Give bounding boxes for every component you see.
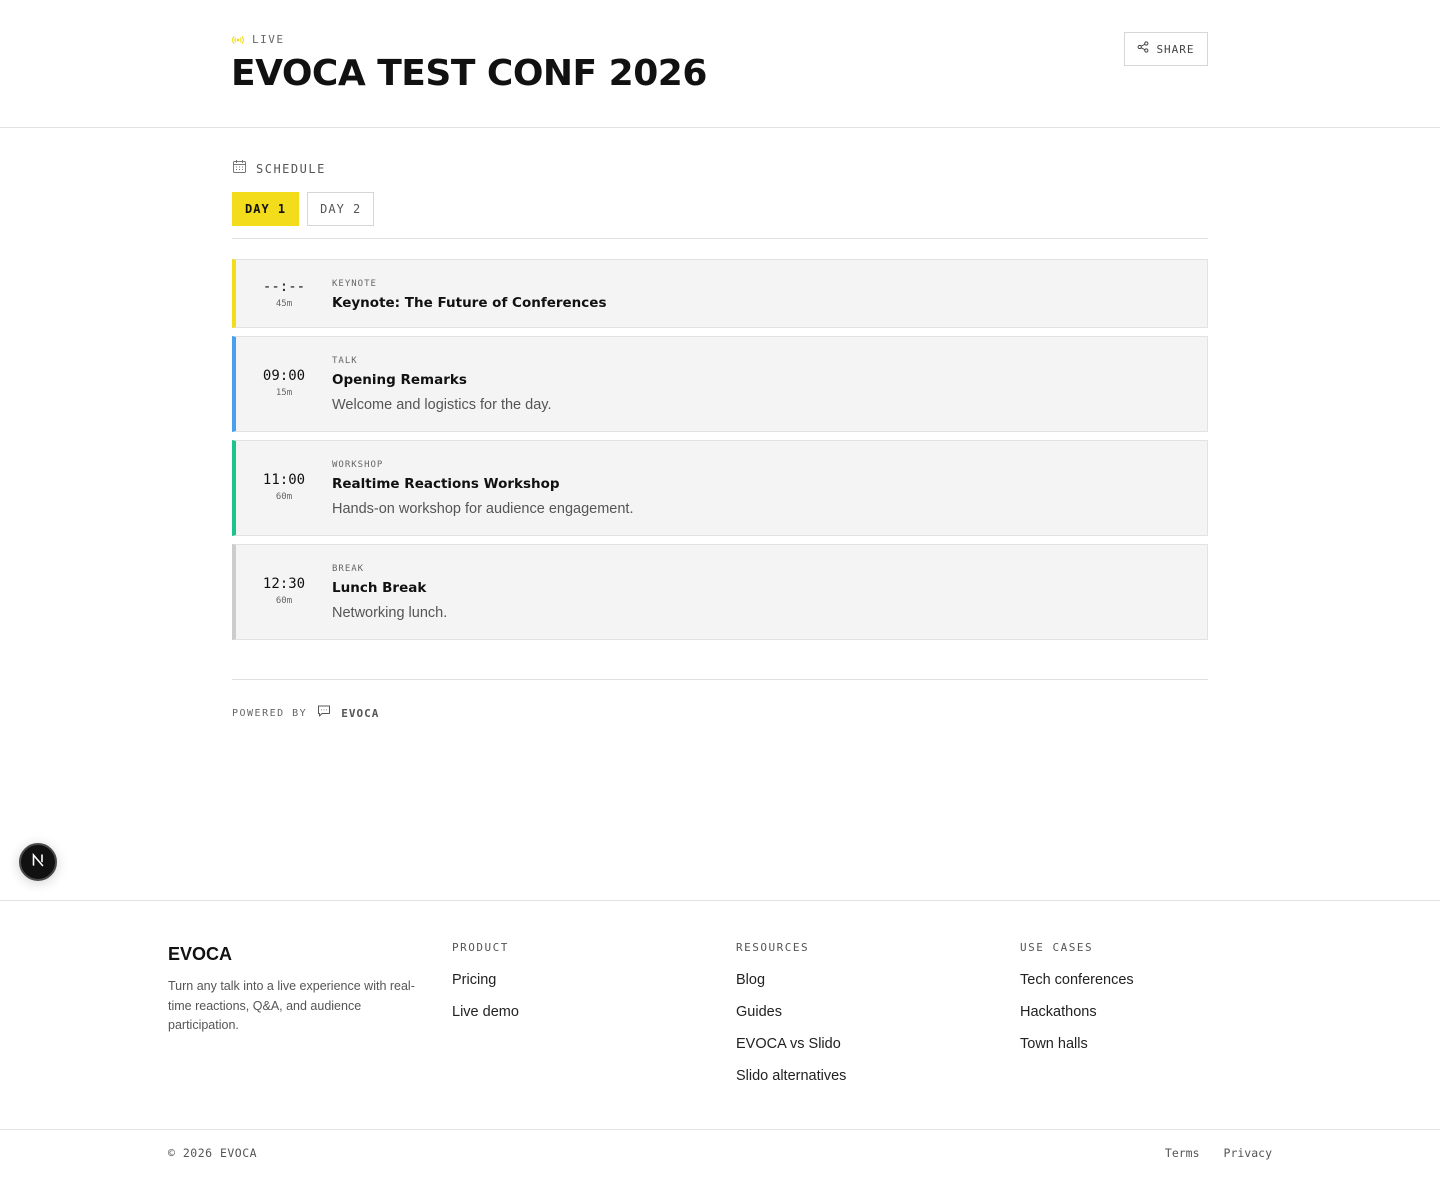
session-body: BREAK Lunch Break Networking lunch. [332, 563, 1187, 622]
footer-link-blog[interactable]: Blog [736, 971, 846, 989]
tab-day-2[interactable]: DAY 2 [307, 192, 375, 226]
copyright: © 2026 EVOCA [168, 1146, 258, 1160]
powered-by[interactable]: POWERED BY EVOCA [232, 704, 379, 723]
powered-by-brand: EVOCA [341, 707, 380, 720]
session-card-workshop[interactable]: 11:00 60m WORKSHOP Realtime Reactions Wo… [232, 440, 1208, 536]
session-type: KEYNOTE [332, 279, 377, 289]
share-label: SHARE [1156, 42, 1195, 56]
footer-heading: RESOURCES [736, 941, 810, 954]
footer-link-tech-conferences[interactable]: Tech conferences [1020, 971, 1134, 989]
session-body: KEYNOTE Keynote: The Future of Conferenc… [332, 278, 1187, 312]
footer-link-hackathons[interactable]: Hackathons [1020, 1003, 1134, 1021]
day-tabs: DAY 1 DAY 2 [232, 192, 375, 226]
footer-tagline: Turn any talk into a live experience wit… [168, 979, 415, 1032]
session-body: TALK Opening Remarks Welcome and logisti… [332, 355, 1187, 414]
legal-links: Terms Privacy [1165, 1146, 1272, 1160]
share-button[interactable]: SHARE [1124, 32, 1208, 66]
footer-link-pricing[interactable]: Pricing [452, 971, 519, 989]
session-duration: 60m [275, 596, 293, 606]
session-title: Opening Remarks [332, 372, 467, 388]
footer-link-guides[interactable]: Guides [736, 1003, 846, 1021]
session-time: 12:30 [262, 576, 306, 592]
session-duration: 15m [275, 388, 293, 398]
terms-link[interactable]: Terms [1165, 1146, 1200, 1160]
session-type: BREAK [332, 564, 365, 574]
session-body: WORKSHOP Realtime Reactions Workshop Han… [332, 459, 1187, 518]
session-time-block: 12:30 60m [236, 575, 332, 608]
live-indicator: LIVE [232, 33, 285, 46]
footer-link-live-demo[interactable]: Live demo [452, 1003, 519, 1021]
live-label: LIVE [252, 33, 285, 46]
session-type: TALK [332, 356, 358, 366]
share-icon [1137, 40, 1149, 58]
session-duration: 60m [275, 492, 293, 502]
divider [232, 238, 1208, 239]
session-title: Keynote: The Future of Conferences [332, 295, 607, 311]
event-header: LIVE EVOCA TEST CONF 2026 SHARE [0, 0, 1440, 128]
session-card-talk[interactable]: 09:00 15m TALK Opening Remarks Welcome a… [232, 336, 1208, 432]
session-description: Hands-on workshop for audience engagemen… [332, 501, 634, 517]
session-list: --:-- 45m KEYNOTE Keynote: The Future of… [232, 259, 1208, 648]
footer-col-use-cases: USE CASES Tech conferences Hackathons To… [1020, 941, 1134, 1067]
broadcast-icon [232, 34, 244, 46]
footer-link-town-halls[interactable]: Town halls [1020, 1035, 1134, 1053]
next-dev-badge[interactable] [19, 843, 57, 881]
footer-brand: EVOCA [168, 944, 233, 964]
powered-by-label: POWERED BY [232, 708, 308, 719]
session-card-break[interactable]: 12:30 60m BREAK Lunch Break Networking l… [232, 544, 1208, 640]
session-card-keynote[interactable]: --:-- 45m KEYNOTE Keynote: The Future of… [232, 259, 1208, 328]
session-time: 09:00 [262, 368, 306, 384]
privacy-link[interactable]: Privacy [1224, 1146, 1272, 1160]
session-time-block: --:-- 45m [236, 278, 332, 311]
schedule-heading: SCHEDULE [232, 159, 326, 179]
footer-col-product: PRODUCT Pricing Live demo [452, 941, 519, 1035]
footer-divider [0, 900, 1440, 901]
footer-link-slido-alternatives[interactable]: Slido alternatives [736, 1067, 846, 1085]
footer-col-resources: RESOURCES Blog Guides EVOCA vs Slido Sli… [736, 941, 846, 1099]
footer-heading: USE CASES [1020, 941, 1094, 954]
footer-heading: PRODUCT [452, 941, 509, 954]
session-description: Networking lunch. [332, 605, 448, 621]
footer-link-evoca-vs-slido[interactable]: EVOCA vs Slido [736, 1035, 846, 1053]
session-time-block: 11:00 60m [236, 471, 332, 504]
footer-bottom-divider [0, 1129, 1440, 1130]
session-title: Realtime Reactions Workshop [332, 476, 560, 492]
session-time: 11:00 [262, 472, 306, 488]
calendar-icon [232, 159, 247, 179]
session-time-block: 09:00 15m [236, 367, 332, 400]
n-logo-icon [30, 852, 46, 873]
session-title: Lunch Break [332, 580, 427, 596]
event-title: EVOCA TEST CONF 2026 [231, 53, 707, 94]
tab-day-1[interactable]: DAY 1 [232, 192, 300, 226]
divider [232, 679, 1208, 680]
schedule-label: SCHEDULE [256, 162, 326, 176]
session-type: WORKSHOP [332, 460, 384, 470]
session-description: Welcome and logistics for the day. [332, 397, 552, 413]
session-time: --:-- [262, 279, 306, 295]
chat-bubble-icon [317, 704, 331, 723]
session-duration: 45m [275, 299, 293, 309]
